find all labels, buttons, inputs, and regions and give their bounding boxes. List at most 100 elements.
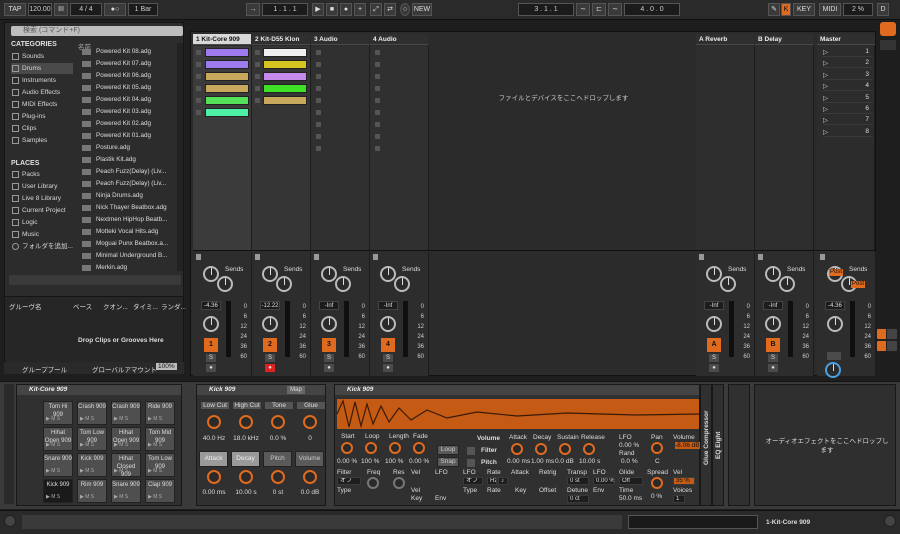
pad-controls[interactable]: ▶ M S <box>46 493 60 501</box>
drum-pad[interactable]: Tom Low 909 ▶ M S <box>145 453 175 477</box>
crossfade-handle[interactable] <box>373 254 378 260</box>
envelope-knob[interactable] <box>511 443 523 455</box>
clip[interactable] <box>205 48 249 57</box>
drum-pad[interactable]: Snare 909 ▶ M S <box>111 479 141 503</box>
pad-controls[interactable]: ▶ M S <box>80 493 94 501</box>
track-activator-button[interactable]: 2 <box>263 338 277 352</box>
crossfade-handle[interactable] <box>196 254 201 260</box>
macro-knob[interactable] <box>271 415 285 429</box>
track-header-1[interactable]: 1 Kit-Core 909 <box>193 34 251 45</box>
clip[interactable] <box>205 84 249 93</box>
track-header-4[interactable]: 4 Audio <box>370 34 428 45</box>
clip-launch-icon[interactable] <box>196 50 201 55</box>
sample-knob[interactable] <box>365 442 377 454</box>
pad-controls[interactable]: ▶ M S <box>114 441 128 449</box>
track-header-2[interactable]: 2 Kit-D55 Klon <box>252 34 310 45</box>
view-toggle-icon[interactable] <box>880 22 896 36</box>
drum-pad[interactable]: Kick 909 ▶ M S <box>77 453 107 477</box>
add-icon[interactable]: + <box>354 3 366 16</box>
pad-controls[interactable]: ▶ M S <box>80 467 94 475</box>
drum-pad[interactable]: Ride 909 ▶ M S <box>145 401 175 425</box>
empty-slot-icon[interactable] <box>316 86 321 91</box>
new-button[interactable]: NEW <box>412 3 432 16</box>
scene-launch[interactable]: ▷ 4 <box>823 82 873 92</box>
empty-slot-icon[interactable] <box>375 146 380 151</box>
sample-knob[interactable] <box>341 442 353 454</box>
pad-controls[interactable]: ▶ M S <box>114 415 128 423</box>
solo-button[interactable]: S <box>324 354 334 362</box>
play-button[interactable]: ▶ <box>312 3 324 16</box>
volume-value[interactable]: -8.06 dB <box>675 442 700 449</box>
pan-knob[interactable] <box>262 316 278 332</box>
groove-random-header[interactable]: ランダ... <box>161 301 186 311</box>
scene-launch[interactable]: ▷ 6 <box>823 105 873 114</box>
category-samples[interactable]: Samples <box>11 135 73 146</box>
send-b-knob[interactable] <box>217 276 233 292</box>
clip[interactable] <box>263 96 307 105</box>
browser-scrollbar[interactable] <box>177 43 183 271</box>
empty-slot-icon[interactable] <box>316 134 321 139</box>
solo-button[interactable]: S <box>709 354 719 362</box>
stop-button[interactable]: ■ <box>326 3 338 16</box>
envelope-knob[interactable] <box>559 443 571 455</box>
automation-icon[interactable]: ⇄ <box>384 3 396 16</box>
clip-launch-icon[interactable] <box>196 98 201 103</box>
file-item[interactable]: Posture.adg <box>80 142 178 154</box>
drum-rack-title[interactable]: Kit-Core 909 <box>17 385 181 395</box>
scene-launch[interactable]: ▷ 1 <box>823 48 873 57</box>
vel-value[interactable]: 35 % <box>673 477 695 485</box>
record-button[interactable]: ● <box>340 3 352 16</box>
category-plugins[interactable]: Plug-ins <box>11 111 73 122</box>
solo-button[interactable]: S <box>206 354 216 362</box>
return-header-b[interactable]: B Delay <box>755 34 813 45</box>
empty-slot-icon[interactable] <box>316 98 321 103</box>
file-item[interactable]: Powered Kit 06.adg <box>80 70 178 82</box>
place-live8-library[interactable]: Live 8 Library <box>11 193 73 204</box>
cue-volume-knob[interactable] <box>825 362 841 378</box>
file-item[interactable]: Minimal Underground B... <box>80 250 178 262</box>
pan-knob[interactable] <box>827 316 843 332</box>
key-button[interactable]: KEY <box>793 3 815 16</box>
lfo-pitch-value[interactable]: 0.00 % <box>593 477 615 485</box>
clip-launch-icon[interactable] <box>196 110 201 115</box>
place-current-project[interactable]: Current Project <box>11 205 73 216</box>
arm-button[interactable]: ● <box>709 364 719 372</box>
category-instruments[interactable]: Instruments <box>11 75 73 86</box>
scene-launch[interactable]: ▷ 3 <box>823 71 873 80</box>
map-button[interactable]: Map <box>287 386 305 394</box>
empty-slot-icon[interactable] <box>316 146 321 151</box>
solo-button[interactable]: S <box>383 354 393 362</box>
master-cue-button[interactable] <box>827 352 841 360</box>
eq-eight-device[interactable]: EQ Eight <box>712 384 724 506</box>
file-item[interactable]: Merkin.adg <box>80 262 178 274</box>
pan-knob[interactable] <box>765 316 781 332</box>
send-b-knob[interactable] <box>720 276 736 292</box>
empty-slot-icon[interactable] <box>375 110 380 115</box>
track-volume[interactable]: -Inf <box>319 301 339 310</box>
drum-pad[interactable]: Snare 909 ▶ M S <box>43 453 73 477</box>
file-item[interactable]: Powered Kit 07.adg <box>80 58 178 70</box>
sampler-title[interactable]: Kick 909 <box>335 385 699 395</box>
category-audio-effects[interactable]: Audio Effects <box>11 87 73 98</box>
scene-launch[interactable]: ▷ 8 <box>823 128 873 137</box>
return-header-a[interactable]: A Reverb <box>696 34 754 45</box>
arm-button[interactable]: ● <box>768 364 778 372</box>
solo-button[interactable]: S <box>768 354 778 362</box>
time-value[interactable]: 50.0 ms <box>619 495 642 502</box>
send-a-knob[interactable] <box>262 266 278 282</box>
groove-quantize-header[interactable]: クオン... <box>103 301 128 311</box>
track-volume[interactable]: -Inf <box>704 301 724 310</box>
macro-knob[interactable] <box>239 415 253 429</box>
macro-button[interactable]: Decay <box>231 451 260 467</box>
drum-pad[interactable]: Hihat Closed 909 ▶ M S <box>111 453 141 478</box>
lfo-dropdown[interactable]: オフ <box>463 477 483 485</box>
drum-pad[interactable]: Tom Hi 909 ▶ M S <box>43 401 73 425</box>
send-b-knob[interactable] <box>335 276 351 292</box>
empty-slot-icon[interactable] <box>375 86 380 91</box>
pad-controls[interactable]: ▶ M S <box>148 467 162 475</box>
file-item[interactable]: Powered Kit 05.adg <box>80 82 178 94</box>
pad-controls[interactable]: ▶ M S <box>148 441 162 449</box>
pan-knob[interactable] <box>380 316 396 332</box>
freq-knob[interactable] <box>367 477 379 489</box>
lfo-value[interactable]: 0.00 % <box>619 442 639 449</box>
